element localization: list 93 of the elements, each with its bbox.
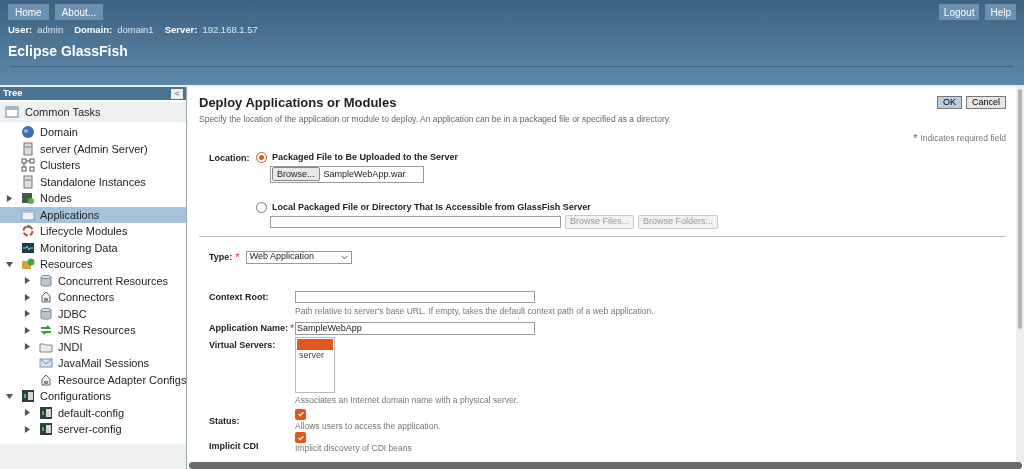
tree-item[interactable]: Resource Adapter Configs [0,371,186,388]
collapsed-arrow-icon[interactable] [24,277,31,285]
ok-button[interactable]: OK [936,96,962,109]
context-root-field[interactable] [295,290,535,303]
product-name: Eclipse GlassFish [7,44,129,59]
collapse-button[interactable]: < [171,88,183,99]
panel-title: Tree [3,86,23,101]
file-field[interactable]: Browse... SampleWebApp.war [270,165,424,183]
virtual-server-list[interactable]: server [295,337,335,393]
tree-item[interactable]: JDBC [0,305,186,322]
window-icon [21,207,35,222]
chevron-down-icon [340,254,348,260]
tree-item[interactable]: Clusters [0,157,186,174]
collapsed-arrow-icon[interactable] [24,293,31,301]
tree-item[interactable]: Connectors [0,289,186,306]
resources-icon [21,257,35,272]
application-name-field[interactable]: SampleWebApp [295,322,535,335]
info-value: domain1 [117,23,154,37]
tree-item[interactable]: JavaMail Sessions [0,355,186,372]
config-icon [39,422,53,437]
tree-item[interactable]: JNDI [0,338,186,355]
path-field[interactable] [270,215,561,228]
help-text: Associates an Internet domain name with a physical server. [295,396,520,405]
expanded-arrow-icon[interactable] [6,260,13,268]
cancel-button[interactable]: Cancel [966,96,1006,109]
info-label: User: [8,23,33,37]
mail-icon [39,356,53,371]
tree-item[interactable]: Concurrent Resources [0,272,186,289]
help-text: Implicit discovery of CDI beans [295,444,413,453]
horizontal-scrollbar[interactable] [189,462,1022,469]
globe-icon [21,125,35,140]
tree-item[interactable]: Lifecycle Modules [0,223,186,240]
network-icon [21,158,35,173]
expanded-arrow-icon[interactable] [6,392,13,400]
tree-item[interactable]: Nodes [0,190,186,207]
tree-item[interactable]: Resources [0,256,186,273]
tree-item[interactable]: Monitoring Data [0,239,186,256]
checkbox[interactable] [295,432,306,443]
database-icon [39,273,53,288]
database-icon [39,306,53,321]
help-text: Path relative to server's base URL. If empty, takes the default context path of a web application. [295,306,655,315]
config-icon [39,405,53,420]
tree-item[interactable]: Applications [0,206,186,223]
checkmark-icon [296,433,305,442]
field-label: Virtual Servers: [209,340,277,351]
required-mark: * [913,132,918,144]
config-icon [21,389,35,404]
required-mark: * [290,323,295,334]
server-icon [21,141,35,156]
info-value: 192.168.1.57 [202,23,258,37]
server-icon [21,174,35,189]
info-label: Server: [164,23,198,37]
collapsed-arrow-icon[interactable] [24,425,31,433]
tree-item[interactable]: JMS Resources [0,322,186,339]
tree-item[interactable]: Common Tasks [0,102,186,122]
help-text: Allows users to access the application. [295,421,442,430]
collapsed-arrow-icon[interactable] [24,310,31,318]
field-label: Local Packaged File or Directory That Is Accessible from GlassFish Server [272,201,591,213]
node-icon [21,191,35,206]
tree-item[interactable]: server-config [0,421,186,438]
field-label: Location: [209,152,251,164]
list-option[interactable]: server [297,350,333,361]
field-label: Type: [209,251,233,263]
tree-item[interactable]: default-config [0,404,186,421]
tree-item[interactable]: Configurations [0,388,186,405]
required-mark: * [235,251,240,263]
info-label: Domain: [74,23,113,37]
collapsed-arrow-icon[interactable] [6,194,13,202]
help-text: Indicates required field [920,133,1006,143]
vertical-scrollbar[interactable] [1016,87,1024,462]
page-description: Specify the location of the application or module to deploy. An application can be in a packaged file or specified as a directory. [199,115,672,124]
collapsed-arrow-icon[interactable] [24,409,31,417]
collapsed-arrow-icon[interactable] [24,343,31,351]
info-value: admin [37,23,64,37]
page-title: Deploy Applications or Modules [199,96,397,109]
checkmark-icon [296,410,305,418]
browse-button[interactable]: Browse... [272,167,320,181]
table-icon [5,105,19,119]
checkbox[interactable] [295,408,306,420]
monitor-icon [21,240,35,255]
field-label: Application Name: [209,323,288,334]
tree-item[interactable]: Standalone Instances [0,173,186,190]
tree-item[interactable]: server (Admin Server) [0,140,186,157]
field-label: Packaged File to Be Uploaded to the Server [272,151,459,163]
type-dropdown[interactable]: Web Application [245,250,352,264]
field-label: Context Root: [209,291,270,303]
field-label: Implicit CDI [209,441,260,452]
connector-icon [39,372,53,387]
tree-item[interactable]: Domain [0,124,186,141]
cycle-icon [21,224,35,239]
collapsed-arrow-icon[interactable] [24,326,31,334]
field-label: Status: [209,415,241,427]
connector-icon [39,290,53,305]
